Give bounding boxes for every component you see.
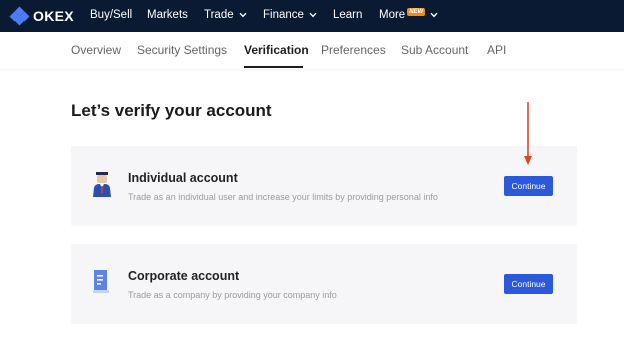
corporate-continue-button[interactable]: Continue xyxy=(504,274,553,294)
chevron-down-icon xyxy=(430,12,438,18)
chevron-down-icon xyxy=(239,12,247,18)
nav-trade-label: Trade xyxy=(204,9,234,21)
tab-security-settings[interactable]: Security Settings xyxy=(137,43,227,57)
new-badge: NEW xyxy=(407,8,426,16)
tab-api[interactable]: API xyxy=(487,43,506,57)
nav-finance[interactable]: Finance xyxy=(263,9,317,21)
nav-buy-sell-label: Buy/Sell xyxy=(90,9,133,21)
top-nav-bar: OKEX Buy/Sell Markets Trade Finance Lear… xyxy=(0,0,624,32)
tab-overview[interactable]: Overview xyxy=(71,43,121,57)
chevron-down-icon xyxy=(309,12,317,18)
corporate-account-description: Trade as a company by providing your com… xyxy=(128,290,337,300)
corporate-account-title: Corporate account xyxy=(128,269,240,283)
account-tabs: Overview Security Settings Verification … xyxy=(0,32,624,69)
tab-verification[interactable]: Verification xyxy=(244,43,309,57)
individual-account-description: Trade as an individual user and increase… xyxy=(128,192,438,202)
nav-more-label: More xyxy=(379,9,406,21)
okex-logo[interactable]: OKEX xyxy=(9,6,74,26)
page-title: Let’s verify your account xyxy=(71,101,272,120)
individual-account-card: Individual account Trade as an individua… xyxy=(71,146,577,226)
okex-logo-icon xyxy=(9,6,30,26)
individual-continue-button[interactable]: Continue xyxy=(504,176,553,196)
person-icon xyxy=(93,172,111,197)
nav-markets-label: Markets xyxy=(147,9,188,21)
nav-learn-label: Learn xyxy=(333,9,363,21)
nav-finance-label: Finance xyxy=(263,9,304,21)
tab-sub-account[interactable]: Sub Account xyxy=(401,43,468,57)
nav-trade[interactable]: Trade xyxy=(204,9,247,21)
corporate-account-card: Corporate account Trade as a company by … xyxy=(71,244,577,324)
nav-buy-sell[interactable]: Buy/Sell xyxy=(90,9,132,21)
nav-more[interactable]: More NEW xyxy=(379,8,438,21)
nav-markets[interactable]: Markets xyxy=(147,9,188,21)
active-tab-indicator xyxy=(244,66,303,68)
nav-learn[interactable]: Learn xyxy=(333,9,362,21)
building-icon xyxy=(93,270,109,293)
individual-account-title: Individual account xyxy=(128,171,238,185)
arrow-down-icon xyxy=(524,102,532,165)
tab-preferences[interactable]: Preferences xyxy=(321,43,386,57)
brand-name: OKEX xyxy=(33,8,74,24)
